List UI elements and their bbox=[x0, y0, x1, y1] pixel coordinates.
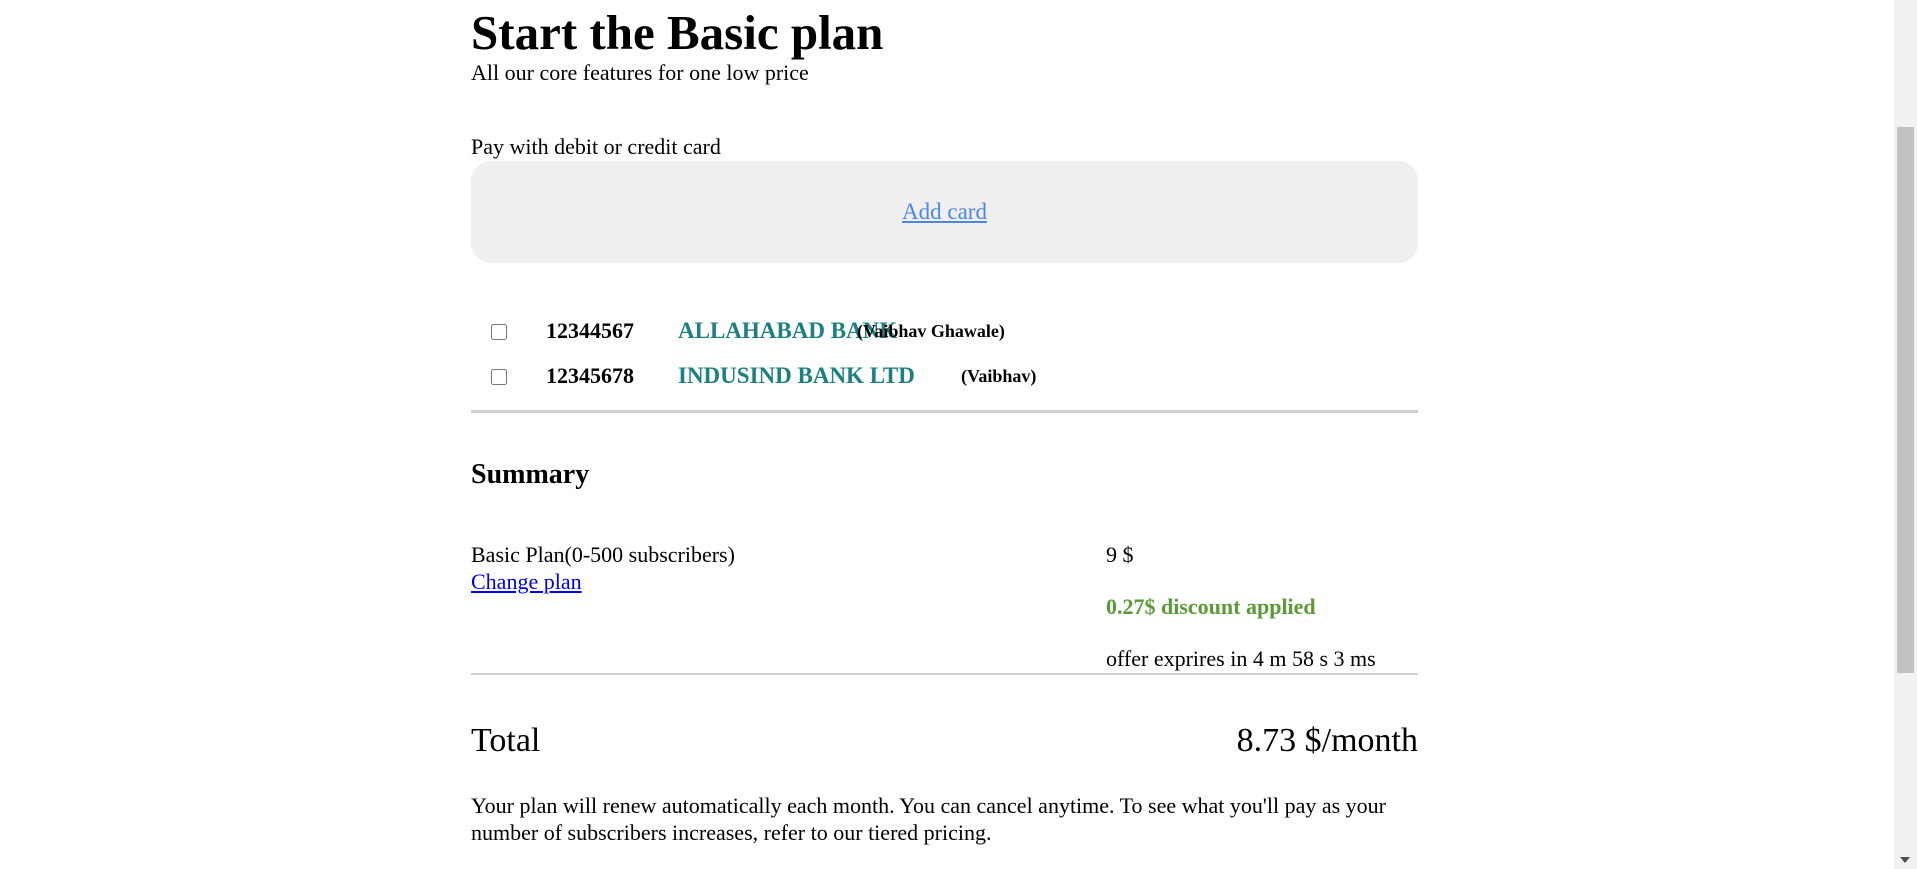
total-label: Total bbox=[471, 722, 541, 759]
vertical-scrollbar[interactable] bbox=[1894, 0, 1917, 869]
bank-account-list: 12344567 ALLAHABAD BANK (Vaibhav Ghawale… bbox=[471, 312, 1418, 402]
offer-expiry-countdown: offer exprires in 4 m 58 s 3 ms bbox=[1106, 646, 1376, 672]
account-holder-name: (Vaibhav) bbox=[961, 366, 1037, 386]
payment-method-label: Pay with debit or credit card bbox=[471, 134, 721, 159]
bank-name: INDUSIND BANK LTD bbox=[678, 363, 915, 388]
add-card-link[interactable]: Add card bbox=[902, 199, 987, 225]
offer-expiry-label: offer exprires in bbox=[1106, 646, 1248, 671]
bank-account-checkbox[interactable] bbox=[491, 369, 507, 385]
plan-name: Basic Plan(0-500 subscribers) bbox=[471, 542, 735, 567]
bank-account-number: 12344567 bbox=[546, 318, 634, 343]
discount-applied: 0.27$ discount applied bbox=[1106, 594, 1316, 619]
section-divider bbox=[471, 410, 1418, 413]
change-plan-link[interactable]: Change plan bbox=[471, 569, 582, 595]
summary-divider bbox=[471, 673, 1418, 675]
bank-account-row: 12345678 INDUSIND BANK LTD (Vaibhav) bbox=[471, 357, 1418, 402]
scrollbar-thumb[interactable] bbox=[1897, 127, 1914, 673]
offer-minutes: 4 m bbox=[1252, 646, 1287, 671]
bank-account-number: 12345678 bbox=[546, 363, 634, 388]
bank-account-row: 12344567 ALLAHABAD BANK (Vaibhav Ghawale… bbox=[471, 312, 1418, 357]
page-title: Start the Basic plan bbox=[471, 5, 884, 60]
add-card-panel: Add card bbox=[471, 161, 1418, 263]
plan-price: 9 $ bbox=[1106, 542, 1134, 567]
bank-account-checkbox[interactable] bbox=[491, 324, 507, 340]
total-amount: 8.73 $/month bbox=[1236, 722, 1418, 759]
renewal-note: Your plan will renew automatically each … bbox=[471, 793, 1387, 845]
account-holder-name: (Vaibhav Ghawale) bbox=[857, 321, 1005, 341]
scroll-down-arrow-icon[interactable] bbox=[1900, 857, 1910, 863]
page-subtitle: All our core features for one low price bbox=[471, 60, 809, 85]
summary-heading: Summary bbox=[471, 459, 590, 490]
offer-milliseconds: 3 ms bbox=[1333, 646, 1376, 671]
offer-seconds: 58 s bbox=[1291, 646, 1329, 671]
